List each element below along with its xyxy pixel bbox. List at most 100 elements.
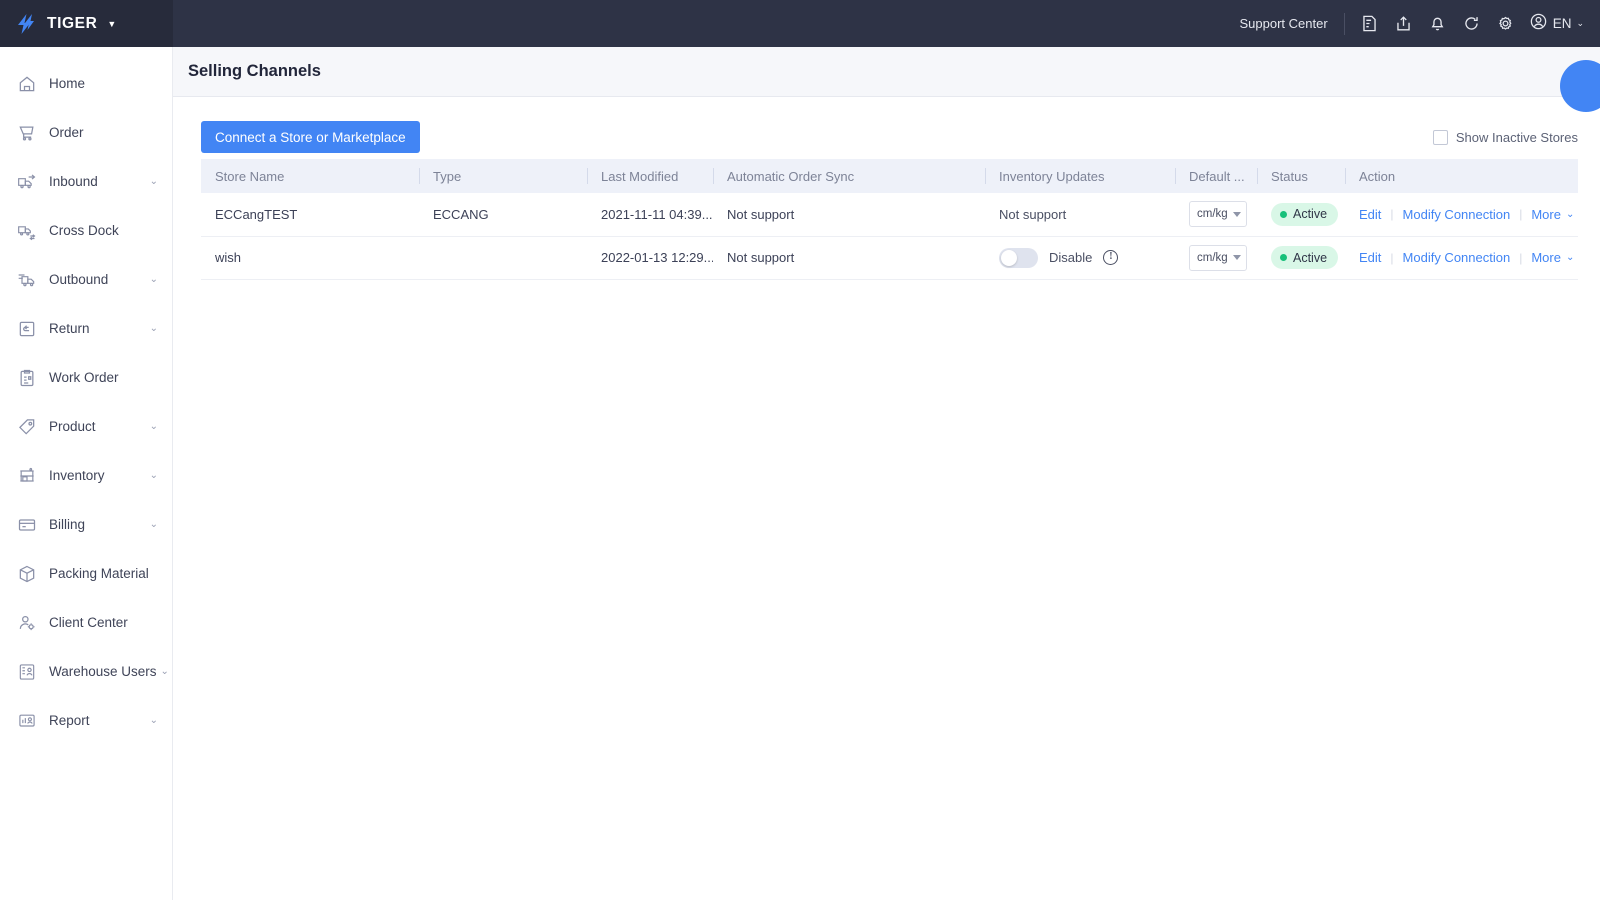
gear-settings-icon[interactable]	[1489, 7, 1523, 41]
chevron-down-icon: ⌄	[149, 715, 158, 726]
connect-store-button[interactable]: Connect a Store or Marketplace	[201, 121, 420, 153]
sidebar-item-inbound[interactable]: Inbound ⌄	[0, 157, 172, 206]
package-box-icon	[16, 563, 37, 584]
page-title: Selling Channels	[188, 62, 321, 80]
bell-notification-icon[interactable]	[1421, 7, 1455, 41]
cell-store-name: wish	[201, 236, 419, 280]
modify-connection-link[interactable]: Modify Connection	[1403, 250, 1511, 265]
cell-order-sync: Not support	[713, 193, 985, 237]
inventory-toggle-label: Disable	[1049, 250, 1093, 265]
column-header-action[interactable]: Action	[1345, 159, 1578, 193]
sidebar-item-return[interactable]: Return ⌄	[0, 304, 172, 353]
column-header-store-name[interactable]: Store Name	[201, 159, 419, 193]
sidebar-item-packing-material[interactable]: Packing Material	[0, 549, 172, 598]
column-header-inventory-updates[interactable]: Inventory Updates	[985, 159, 1175, 193]
column-header-status[interactable]: Status	[1257, 159, 1345, 193]
action-separator: |	[1390, 207, 1394, 222]
default-unit-value: cm/kg	[1197, 251, 1228, 264]
report-chart-icon	[16, 710, 37, 731]
sidebar-item-product[interactable]: Product ⌄	[0, 402, 172, 451]
column-header-last-modified[interactable]: Last Modified	[587, 159, 713, 193]
column-header-order-sync[interactable]: Automatic Order Sync	[713, 159, 985, 193]
chevron-down-icon: ⌄	[149, 176, 158, 187]
chevron-down-icon: ⌄	[149, 421, 158, 432]
sidebar-item-warehouse-users[interactable]: Warehouse Users ⌄	[0, 647, 172, 696]
sidebar-item-home[interactable]: Home	[0, 59, 172, 108]
document-edit-icon[interactable]	[1353, 7, 1387, 41]
table-body: ECCangTEST ECCANG 2021-11-11 04:39... No…	[201, 193, 1578, 280]
chevron-down-icon: ⌄	[149, 519, 158, 530]
cell-inventory-updates: Not support	[985, 193, 1175, 237]
inventory-status-text: Not support	[999, 206, 1067, 222]
user-account-menu[interactable]: EN ⌄	[1523, 12, 1584, 36]
chevron-down-icon[interactable]: ⌄	[1566, 252, 1574, 263]
inventory-shelf-icon	[16, 465, 37, 486]
cell-store-name: ECCangTEST	[201, 193, 419, 237]
chevron-down-icon	[1233, 211, 1241, 217]
sidebar-item-work-order[interactable]: Work Order	[0, 353, 172, 402]
card-toolbar: Connect a Store or Marketplace Show Inac…	[201, 115, 1578, 159]
row-action-links: Edit | Modify Connection | More ⌄	[1359, 207, 1578, 222]
brand-dropdown-caret-icon[interactable]: ▼	[107, 19, 116, 29]
brand-logo-area[interactable]: TIGER ▼	[0, 0, 173, 47]
status-badge: Active	[1271, 202, 1339, 226]
sidebar-item-cross-dock[interactable]: Cross Dock	[0, 206, 172, 255]
more-actions-link[interactable]: More	[1531, 207, 1561, 222]
modify-connection-link[interactable]: Modify Connection	[1403, 207, 1511, 222]
cell-status: Active	[1257, 236, 1345, 280]
return-box-icon	[16, 318, 37, 339]
sidebar-item-label: Client Center	[49, 615, 128, 630]
sidebar-item-order[interactable]: Order	[0, 108, 172, 157]
refresh-icon[interactable]	[1455, 7, 1489, 41]
more-actions-link[interactable]: More	[1531, 250, 1561, 265]
chevron-down-icon[interactable]: ⌄	[1566, 209, 1574, 220]
column-header-type[interactable]: Type	[419, 159, 587, 193]
sidebar-item-label: Outbound	[49, 272, 109, 287]
top-navigation-bar: TIGER ▼ Support Center EN ⌄	[0, 0, 1600, 47]
credit-card-icon	[16, 514, 37, 535]
sidebar-item-label: Report	[49, 713, 90, 728]
cell-last-modified: 2021-11-11 04:39...	[587, 193, 713, 237]
cell-status: Active	[1257, 193, 1345, 237]
user-gear-icon	[16, 612, 37, 633]
sidebar-item-label: Product	[49, 419, 96, 434]
default-unit-select[interactable]: cm/kg	[1189, 201, 1247, 228]
sidebar-navigation: Home Order Inbound ⌄ Cross Dock Outbound…	[0, 47, 173, 900]
sidebar-item-report[interactable]: Report ⌄	[0, 696, 172, 745]
default-unit-select[interactable]: cm/kg	[1189, 244, 1247, 271]
application-window: TIGER ▼ Support Center EN ⌄ Home Order I…	[0, 0, 1600, 900]
info-circle-icon[interactable]: !	[1103, 250, 1119, 265]
sidebar-item-client-center[interactable]: Client Center	[0, 598, 172, 647]
content-wrapper: Connect a Store or Marketplace Show Inac…	[173, 97, 1600, 900]
show-inactive-stores-checkbox[interactable]: Show Inactive Stores	[1432, 129, 1578, 145]
chevron-down-icon: ⌄	[149, 323, 158, 334]
default-unit-value: cm/kg	[1197, 208, 1228, 221]
action-separator: |	[1519, 207, 1523, 222]
table-row: wish 2022-01-13 12:29... Not support Dis…	[201, 236, 1578, 280]
share-export-icon[interactable]	[1387, 7, 1421, 41]
truck-inbound-icon	[16, 171, 37, 192]
sidebar-item-label: Return	[49, 321, 90, 336]
edit-link[interactable]: Edit	[1359, 250, 1381, 265]
page-header: Selling Channels	[173, 47, 1600, 97]
clipboard-icon	[16, 367, 37, 388]
table-header: Store Name Type Last Modified Automatic …	[201, 159, 1578, 193]
edit-link[interactable]: Edit	[1359, 207, 1381, 222]
sidebar-item-label: Home	[49, 76, 86, 91]
page-body: Home Order Inbound ⌄ Cross Dock Outbound…	[0, 47, 1600, 900]
column-header-default-unit[interactable]: Default ...	[1175, 159, 1257, 193]
sidebar-item-inventory[interactable]: Inventory ⌄	[0, 451, 172, 500]
chevron-down-icon: ⌄	[149, 274, 158, 285]
sidebar-item-outbound[interactable]: Outbound ⌄	[0, 255, 172, 304]
sidebar-item-label: Warehouse Users	[49, 664, 157, 679]
sidebar-item-billing[interactable]: Billing ⌄	[0, 500, 172, 549]
cell-order-sync: Not support	[713, 236, 985, 280]
cell-type: ECCANG	[419, 193, 587, 237]
home-icon	[16, 73, 37, 94]
inventory-toggle-group: Disable !	[999, 247, 1175, 268]
sidebar-item-label: Billing	[49, 517, 86, 532]
checkbox-box-icon[interactable]	[1432, 129, 1448, 145]
inventory-updates-toggle[interactable]	[999, 247, 1038, 268]
status-dot-icon	[1280, 210, 1287, 218]
support-center-link[interactable]: Support Center	[1240, 16, 1328, 31]
